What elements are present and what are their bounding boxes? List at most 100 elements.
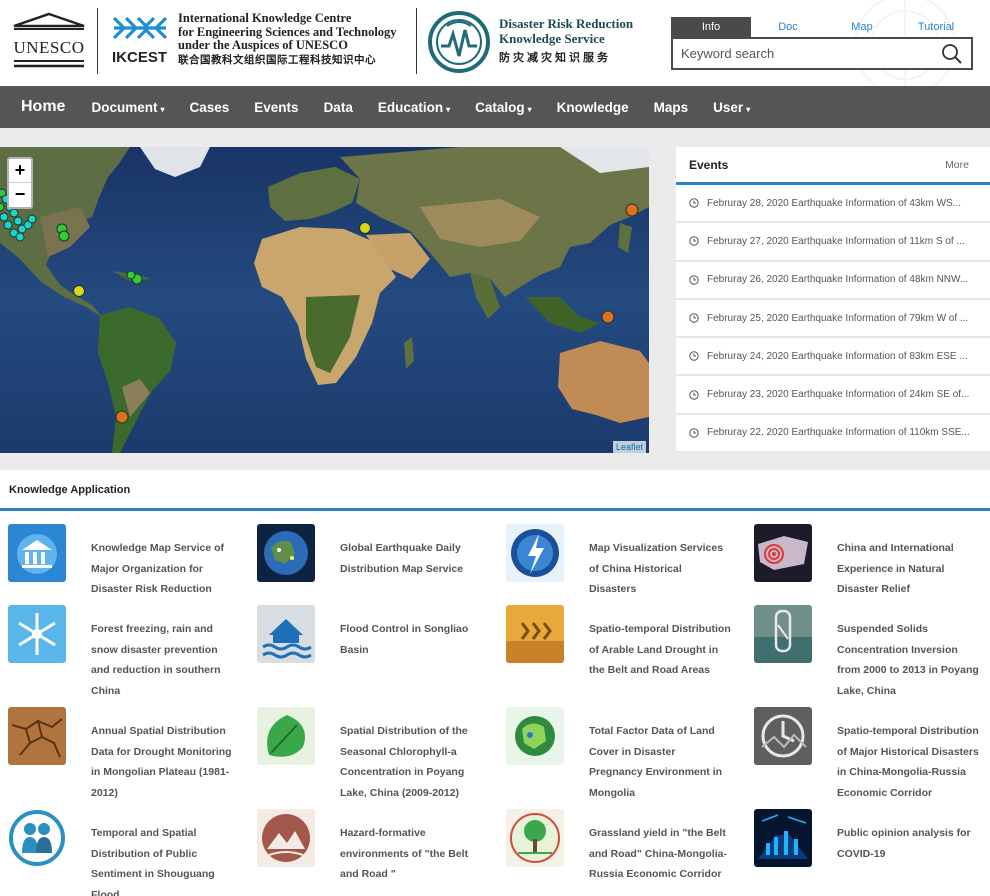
water-sample-icon[interactable] [754,605,812,663]
mountain-circle-icon[interactable] [257,809,315,867]
nav-events[interactable]: Events [254,100,298,115]
green-globe-icon[interactable] [506,707,564,765]
data-tunnel-icon[interactable] [754,809,812,867]
search-input[interactable] [673,39,923,68]
search-tab-map[interactable]: Map [825,17,899,37]
event-title: Februray 26, 2020 Earthquake Information… [707,274,969,286]
knowledge-card-title[interactable]: Forest freezing, rain and snow disaster … [91,619,233,701]
drr-title: Disaster Risk Reduction Knowledge Servic… [499,16,634,64]
map-attribution-link[interactable]: Leaflet [613,441,647,453]
knowledge-card-title[interactable]: Total Factor Data of Land Cover in Disas… [589,721,731,803]
events-title: Events [689,157,729,172]
nav-education[interactable]: Education ▾ [378,100,450,115]
events-list: Februray 28, 2020 Earthquake Information… [676,185,990,454]
knowledge-card-title[interactable]: Spatial Distribution of the Seasonal Chl… [340,721,482,803]
nav-home[interactable]: Home [21,98,65,116]
event-title: Februray 22, 2020 Earthquake Information… [707,427,970,439]
event-row[interactable]: Februray 22, 2020 Earthquake Information… [676,415,990,454]
clock-icon [689,275,699,285]
drr-title-cn: 防灾减灾知识服务 [499,51,611,64]
events-more-link[interactable]: More [945,159,969,171]
main-nav: Home Document ▾ Cases Events Data Educati… [0,86,990,128]
globe-icon[interactable] [257,524,315,582]
target-map-icon[interactable] [754,524,812,582]
institution-icon[interactable] [8,524,66,582]
event-row[interactable]: Februray 26, 2020 Earthquake Information… [676,262,990,300]
nav-user[interactable]: User ▾ [713,100,750,115]
event-row[interactable]: Februray 28, 2020 Earthquake Information… [676,185,990,224]
nav-knowledge[interactable]: Knowledge [557,100,629,115]
search-tab-info[interactable]: Info [671,17,751,37]
map-zoom-control: + − [7,157,33,209]
search-tab-tutorial[interactable]: Tutorial [899,17,973,37]
search-tabs: Info Doc Map Tutorial [671,17,973,37]
knowledge-card-title[interactable]: Spatio-temporal Distribution of Arable L… [589,619,731,681]
knowledge-card-title[interactable]: Temporal and Spatial Distribution of Pub… [91,823,233,896]
nav-data[interactable]: Data [324,100,353,115]
knowledge-application-header: Knowledge Application [0,472,990,511]
clock-icon [689,351,699,362]
knowledge-card-title[interactable]: Hazard-formative environments of "the Be… [340,823,482,885]
clock-icon [689,428,699,438]
header-divider [97,8,98,74]
ikcest-logo[interactable]: IKCEST [110,12,170,68]
chevron-down-icon: ▾ [527,104,532,114]
events-header: Events More [676,147,990,185]
clock-icon [689,313,699,323]
event-title: Februray 24, 2020 Earthquake Information… [707,350,968,362]
people-circle-icon[interactable] [8,809,66,867]
nav-document[interactable]: Document ▾ [91,100,164,115]
knowledge-card-title[interactable]: Public opinion analysis for COVID-19 [837,823,979,864]
chevron-down-icon: ▾ [446,104,451,114]
event-title: Februray 27, 2020 Earthquake Information… [707,235,965,247]
clock-icon [689,198,699,208]
nav-catalog[interactable]: Catalog ▾ [475,100,532,115]
cracked-earth-icon[interactable] [8,707,66,765]
svg-text:IKCEST: IKCEST [112,49,167,66]
lightning-globe-icon[interactable] [506,524,564,582]
clock-icon [689,389,699,400]
svg-text:UNESCO: UNESCO [13,38,84,57]
knowledge-card-title[interactable]: Knowledge Map Service of Major Organizat… [91,538,233,600]
event-row[interactable]: Februray 25, 2020 Earthquake Information… [676,300,990,339]
events-panel: Events More Februray 28, 2020 Earthquake… [676,147,990,454]
earthquake-markers [0,188,639,424]
knowledge-card-title[interactable]: Spatio-temporal Distribution of Major Hi… [837,721,979,803]
knowledge-card-title[interactable]: Annual Spatial Distribution Data for Dro… [91,721,233,803]
chevron-down-icon: ▾ [746,104,751,114]
zoom-in-button[interactable]: + [9,159,31,183]
event-title: Februray 25, 2020 Earthquake Information… [707,312,969,324]
event-row[interactable]: Februray 23, 2020 Earthquake Information… [676,376,990,415]
zoom-out-button[interactable]: − [9,183,31,207]
chevron-down-icon: ▾ [160,104,165,114]
knowledge-card-title[interactable]: Flood Control in Songliao Basin [340,619,482,660]
site-header: UNESCO IKCEST International Knowledge Ce… [0,0,990,86]
disaster-history-icon[interactable] [754,707,812,765]
drought-icon[interactable] [506,605,564,663]
nav-maps[interactable]: Maps [654,100,689,115]
drr-logo[interactable] [427,10,491,74]
event-title: Februray 28, 2020 Earthquake Information… [707,197,962,209]
knowledge-card-title[interactable]: Map Visualization Services of China Hist… [589,538,731,600]
knowledge-card-title[interactable]: Global Earthquake Daily Distribution Map… [340,538,482,579]
event-row[interactable]: Februray 24, 2020 Earthquake Information… [676,338,990,377]
event-row[interactable]: Februray 27, 2020 Earthquake Information… [676,223,990,262]
earthquake-map[interactable] [0,147,649,453]
ikcest-title-cn: 联合国教科文组织国际工程科技知识中心 [178,53,376,66]
leaf-icon[interactable] [257,707,315,765]
knowledge-card-title[interactable]: Grassland yield in "the Belt and Road" C… [589,823,731,885]
search-tab-doc[interactable]: Doc [751,17,825,37]
unesco-logo[interactable]: UNESCO [12,12,86,70]
event-title: Februray 23, 2020 Earthquake Information… [707,389,970,401]
flood-house-icon[interactable] [257,605,315,663]
tree-circle-icon[interactable] [506,809,564,867]
snowflake-icon[interactable] [8,605,66,663]
search-icon[interactable] [941,43,963,65]
knowledge-application-title: Knowledge Application [9,484,131,496]
knowledge-card-title[interactable]: China and International Experience in Na… [837,538,979,600]
header-divider [416,8,417,74]
nav-cases[interactable]: Cases [189,100,229,115]
ikcest-title: International Knowledge Centre for Engin… [178,11,397,66]
search-box [671,37,973,70]
knowledge-card-title[interactable]: Suspended Solids Concentration Inversion… [837,619,979,701]
